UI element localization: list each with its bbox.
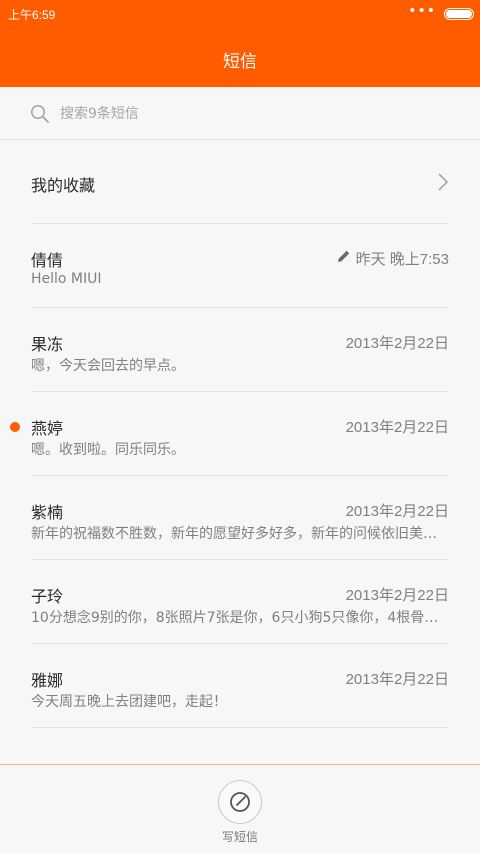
contact-name: 雅娜 — [31, 671, 64, 690]
battery-icon — [444, 8, 474, 20]
message-preview: 嗯，今天会回去的早点。 — [31, 358, 185, 374]
message-date: 2013年2月22日 — [345, 503, 449, 520]
conversation-row[interactable]: 倩倩 昨天 晚上7:53 Hello MIUI — [31, 224, 449, 308]
search-icon — [31, 105, 49, 123]
message-preview: Hello MIUI — [31, 271, 102, 287]
message-preview: 10分想念9别的你，8张照片7张是你，6只小狗5只像你，4根骨… — [31, 610, 439, 626]
message-date: 2013年2月22日 — [345, 419, 449, 436]
message-preview: 嗯。收到啦。同乐同乐。 — [31, 442, 185, 458]
conversation-row[interactable]: 紫楠 2013年2月22日 新年的祝福数不胜数，新年的愿望好多好多，新年的问候依… — [31, 476, 449, 560]
message-date: 2013年2月22日 — [345, 335, 449, 352]
app-header: 上午6:59 ••• 短信 — [0, 0, 480, 87]
contact-name: 燕婷 — [31, 419, 64, 438]
message-date: 2013年2月22日 — [345, 587, 449, 604]
search-bar[interactable] — [0, 87, 480, 140]
contact-name: 紫楠 — [31, 503, 64, 522]
conversation-row[interactable]: 雅娜 2013年2月22日 今天周五晚上去团建吧，走起！ — [31, 644, 449, 728]
signal-dots-icon: ••• — [408, 3, 436, 19]
bottom-bar: 写短信 — [0, 764, 480, 853]
conversation-row[interactable]: 子玲 2013年2月22日 10分想念9别的你，8张照片7张是你，6只小狗5只像… — [31, 560, 449, 644]
contact-name: 果冻 — [31, 335, 64, 354]
favorites-row[interactable]: 我的收藏 — [31, 140, 449, 224]
chevron-right-icon — [438, 173, 448, 191]
message-preview: 今天周五晚上去团建吧，走起！ — [31, 694, 227, 710]
page-title: 短信 — [223, 52, 257, 72]
messages-app: 上午6:59 ••• 短信 我的收藏 倩倩 昨天 晚上7:53 Hello MI… — [0, 0, 480, 853]
favorites-label: 我的收藏 — [31, 176, 96, 195]
conversation-row[interactable]: 果冻 2013年2月22日 嗯，今天会回去的早点。 — [31, 308, 449, 392]
search-input[interactable] — [58, 99, 442, 129]
compose-button[interactable] — [218, 780, 262, 824]
pencil-icon — [338, 250, 350, 262]
contact-name: 子玲 — [31, 587, 64, 606]
status-time: 上午6:59 — [8, 8, 56, 22]
message-preview: 新年的祝福数不胜数，新年的愿望好多好多，新年的问候依旧美… — [31, 526, 437, 542]
unread-dot-icon — [10, 422, 20, 432]
conversation-row[interactable]: 燕婷 2013年2月22日 嗯。收到啦。同乐同乐。 — [10, 392, 449, 476]
message-date: 2013年2月22日 — [345, 671, 449, 688]
contact-name: 倩倩 — [31, 251, 64, 270]
compose-label[interactable]: 写短信 — [0, 828, 480, 845]
message-date: 昨天 晚上7:53 — [355, 251, 449, 268]
compose-icon — [230, 792, 250, 812]
conversation-list: 倩倩 昨天 晚上7:53 Hello MIUI 果冻 2013年2月22日 嗯，… — [0, 224, 480, 728]
